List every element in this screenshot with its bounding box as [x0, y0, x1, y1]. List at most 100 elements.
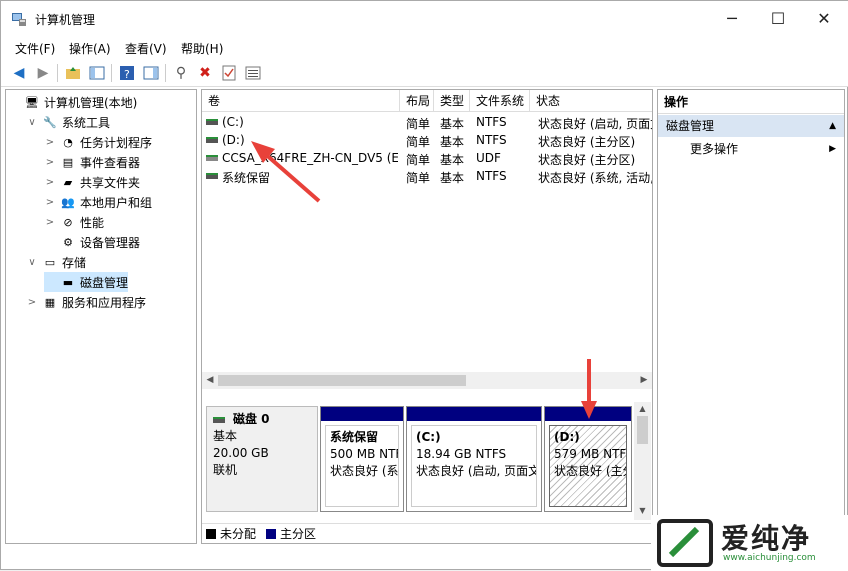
close-button[interactable]: ✕: [801, 1, 847, 37]
volume-name: (D:): [222, 133, 245, 147]
tree-item[interactable]: ∨ 🔧 系统工具: [26, 112, 110, 132]
partition-body: 系统保留 500 MB NTF 状态良好 (系: [325, 425, 399, 507]
tree-item-label: 本地用户和组: [80, 195, 153, 210]
tree-item-label: 系统工具: [62, 115, 111, 130]
column-status[interactable]: 状态: [530, 90, 652, 112]
actions-section-disk-management[interactable]: 磁盘管理 ▲: [658, 115, 844, 137]
toolbar: ◀ ▶ ? ⚲ ✖: [1, 59, 848, 87]
clock-icon: ◔: [63, 135, 73, 149]
menu-view[interactable]: 查看(V): [125, 40, 167, 57]
volume-status: 状态良好 (主分区): [538, 135, 636, 149]
volume-fs: NTFS: [476, 169, 507, 183]
maximize-button[interactable]: ☐: [755, 1, 801, 37]
svg-text:?: ?: [124, 68, 130, 81]
volume-layout: 简单: [406, 171, 431, 185]
volume-drive-icon: [206, 137, 218, 143]
partition-detail: 500 MB NTF: [330, 447, 399, 461]
tree-item[interactable]: ⚙ 设备管理器: [44, 232, 140, 252]
volume-row[interactable]: 系统保留 简单 基本 NTFS 状态良好 (系统, 活动,: [202, 168, 652, 186]
volume-type: 基本: [440, 117, 465, 131]
tree-item[interactable]: ∨ ▭ 存储: [26, 252, 86, 272]
disk-view-scrollbar[interactable]: ▲ ▼: [634, 402, 651, 520]
expand-right-icon[interactable]: >: [44, 197, 56, 208]
partition-system-reserved[interactable]: 系统保留 500 MB NTF 状态良好 (系: [320, 406, 404, 512]
expand-right-icon[interactable]: >: [26, 297, 38, 308]
menu-file[interactable]: 文件(F): [15, 40, 55, 57]
tree-item-label: 任务计划程序: [80, 135, 153, 150]
volume-list-header: 卷 布局 类型 文件系统 状态: [202, 90, 652, 112]
up-folder-icon[interactable]: [63, 63, 83, 83]
expand-right-icon[interactable]: >: [44, 177, 56, 188]
more-actions-item[interactable]: 更多操作 ▶: [658, 138, 844, 160]
actions-section-label: 磁盘管理: [666, 119, 715, 133]
tree-item[interactable]: > 👥 本地用户和组: [44, 192, 152, 212]
tree-item[interactable]: > ▰ 共享文件夹: [44, 172, 140, 192]
partition-body: (C:) 18.94 GB NTFS 状态良好 (启动, 页面文: [411, 425, 537, 507]
delete-icon[interactable]: ✖: [195, 63, 215, 83]
column-volume[interactable]: 卷: [202, 90, 400, 112]
volume-row[interactable]: (C:) 简单 基本 NTFS 状态良好 (启动, 页面文: [202, 114, 652, 132]
partition-name: 系统保留: [330, 430, 379, 444]
column-filesystem[interactable]: 文件系统: [470, 90, 530, 112]
expand-down-icon[interactable]: ∨: [26, 257, 38, 268]
expand-right-icon[interactable]: >: [44, 217, 56, 228]
show-hide-tree-icon[interactable]: [87, 63, 107, 83]
tree-item-label: 事件查看器: [80, 155, 141, 170]
actions-pane: 操作 磁盘管理 ▲ 更多操作 ▶: [657, 89, 845, 544]
horizontal-scroll-thumb[interactable]: [218, 375, 466, 386]
tree-item[interactable]: > ▦ 服务和应用程序: [26, 292, 146, 312]
show-action-pane-icon[interactable]: [141, 63, 161, 83]
disk-management-pane: 卷 布局 类型 文件系统 状态 (C:) 简单 基本 NTFS 状态良好 (启动, 页面…: [201, 89, 653, 544]
volume-row[interactable]: (D:) 简单 基本 NTFS 状态良好 (主分区): [202, 132, 652, 150]
disk-graphical-view: 磁盘 0 基本 20.00 GB 联机 系统保留 500 MB NTF 状态良好…: [202, 402, 652, 520]
properties-icon[interactable]: [219, 63, 239, 83]
partition-c[interactable]: (C:) 18.94 GB NTFS 状态良好 (启动, 页面文: [406, 406, 542, 512]
watermark-logo-icon: [657, 519, 713, 567]
volume-name: (C:): [222, 115, 244, 129]
minimize-button[interactable]: ─: [709, 1, 755, 37]
performance-icon: ⊘: [63, 215, 73, 229]
menu-action[interactable]: 操作(A): [69, 40, 111, 57]
volume-name: 系统保留: [222, 171, 271, 185]
partition-detail: 579 MB NTF: [554, 447, 627, 461]
back-arrow-icon[interactable]: ◀: [9, 63, 29, 83]
tree-item-label: 服务和应用程序: [62, 295, 147, 310]
tree-item[interactable]: > ▤ 事件查看器: [44, 152, 140, 172]
toolbar-separator: [57, 64, 58, 82]
volume-drive-icon: [206, 119, 218, 125]
tree-item[interactable]: > ◔ 任务计划程序: [44, 132, 152, 152]
horizontal-scrollbar[interactable]: ◀ ▶: [202, 372, 652, 389]
column-layout[interactable]: 布局: [400, 90, 434, 112]
disk-0-info[interactable]: 磁盘 0 基本 20.00 GB 联机: [206, 406, 318, 512]
column-type[interactable]: 类型: [434, 90, 470, 112]
partition-d[interactable]: (D:) 579 MB NTF 状态良好 (主分: [544, 406, 632, 512]
scroll-up-icon[interactable]: ▲: [636, 404, 649, 414]
tree-item[interactable]: 🖥 计算机管理(本地): [8, 92, 137, 112]
forward-arrow-icon[interactable]: ▶: [33, 63, 53, 83]
collapse-up-icon[interactable]: ▲: [829, 115, 836, 137]
partition-name: (D:): [554, 430, 580, 444]
scroll-left-icon[interactable]: ◀: [202, 373, 218, 388]
menu-help[interactable]: 帮助(H): [181, 40, 223, 57]
expand-right-icon[interactable]: >: [44, 137, 56, 148]
list-view-icon[interactable]: [243, 63, 263, 83]
scroll-right-icon[interactable]: ▶: [636, 373, 652, 388]
tree-item[interactable]: > ⊘ 性能: [44, 212, 104, 232]
help-icon[interactable]: ?: [117, 63, 137, 83]
actions-title: 操作: [658, 90, 844, 114]
tree-item-label: 设备管理器: [80, 235, 141, 250]
volume-row[interactable]: CCSA_X64FRE_ZH-CN_DV5 (E:) 简单 基本 UDF 状态良好 (主…: [202, 150, 652, 168]
tree-item-label: 计算机管理(本地): [44, 95, 138, 110]
shared-folder-icon: ▰: [63, 175, 73, 189]
storage-icon: ▭: [44, 255, 56, 269]
tree-item[interactable]: ▬ 磁盘管理: [44, 272, 129, 292]
connect-icon[interactable]: ⚲: [171, 63, 191, 83]
scroll-down-icon[interactable]: ▼: [636, 506, 649, 516]
computer-management-window: 计算机管理 ─ ☐ ✕ 文件(F) 操作(A) 查看(V) 帮助(H) ◀ ▶ …: [0, 0, 848, 571]
vertical-scroll-thumb[interactable]: [637, 416, 648, 444]
volume-type: 基本: [440, 171, 465, 185]
disk-mgmt-icon: ▬: [62, 275, 74, 289]
legend-unallocated-label: 未分配: [220, 527, 257, 541]
expand-right-icon[interactable]: >: [44, 157, 56, 168]
expand-down-icon[interactable]: ∨: [26, 117, 38, 128]
